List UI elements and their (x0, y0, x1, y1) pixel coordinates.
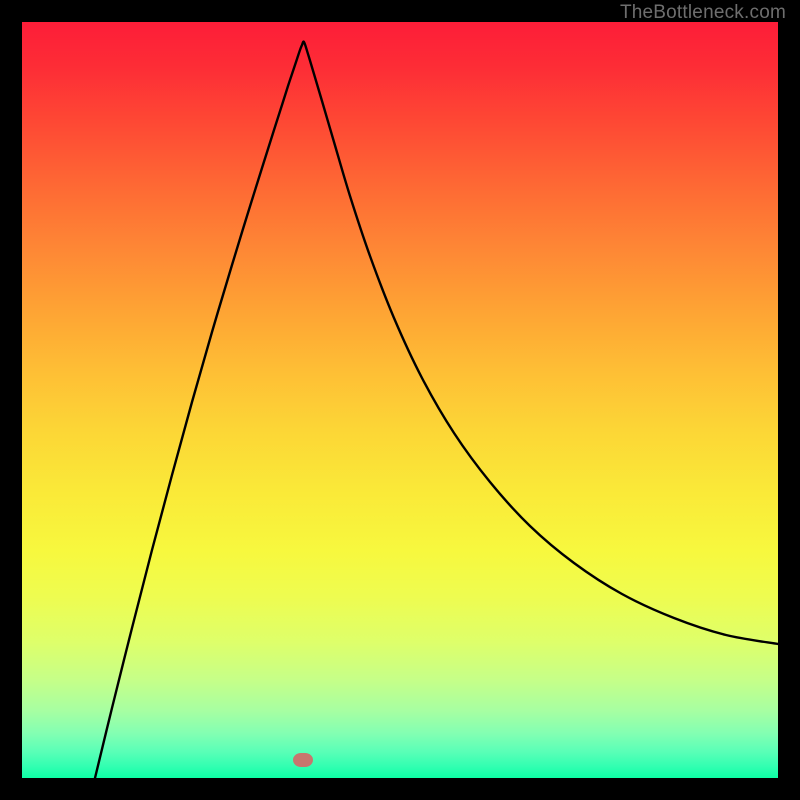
bottleneck-curve (95, 42, 778, 778)
plot-area (22, 22, 778, 778)
watermark-text: TheBottleneck.com (620, 2, 786, 24)
curve-svg (22, 22, 778, 778)
chart-frame: TheBottleneck.com (0, 0, 800, 800)
